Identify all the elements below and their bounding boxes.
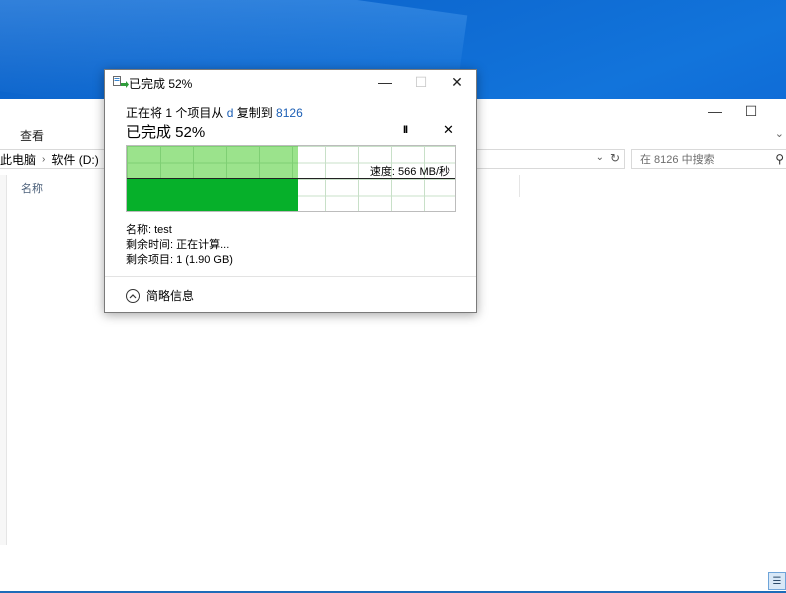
fewer-details-button[interactable]: 简略信息 xyxy=(126,287,194,304)
fewer-details-label: 简略信息 xyxy=(146,289,195,303)
breadcrumb-separator-icon[interactable]: › xyxy=(42,154,45,165)
copy-description: 正在将 1 个项目从 d 复制到 8126 xyxy=(126,104,303,121)
copy-transfer-icon xyxy=(113,76,129,88)
detail-file-name: 名称: test xyxy=(126,224,172,236)
ribbon-tab-view[interactable]: 查看 xyxy=(20,127,44,144)
dialog-minimize-button[interactable]: — xyxy=(367,70,403,94)
copy-prefix: 正在将 1 个项目从 xyxy=(126,106,227,120)
ribbon-expand-chevron-icon[interactable]: ⌄ xyxy=(775,127,784,140)
detail-items-remaining: 剩余项目: 1 (1.90 GB) xyxy=(126,254,233,266)
pause-button[interactable]: II xyxy=(403,124,408,136)
column-header-name[interactable]: 名称 xyxy=(21,180,43,196)
navigation-pane[interactable] xyxy=(0,175,7,545)
address-dropdown-icon[interactable]: ⌄ xyxy=(596,152,604,163)
search-icon[interactable]: ⚲ xyxy=(775,152,784,166)
cancel-copy-button[interactable]: ✕ xyxy=(443,122,454,138)
dialog-close-button[interactable]: ✕ xyxy=(439,70,475,94)
transfer-speed-graph: 速度: 566 MB/秒 xyxy=(126,145,456,212)
column-divider[interactable] xyxy=(519,175,520,197)
detail-time-remaining: 剩余时间: 正在计算... xyxy=(126,239,230,251)
dialog-title: 已完成 52% xyxy=(129,77,193,91)
progress-fill-history xyxy=(127,146,298,179)
search-input[interactable]: 在 8126 中搜索 ⚲ xyxy=(631,149,786,169)
breadcrumb-drive-d[interactable]: 软件 (D:) xyxy=(51,151,98,168)
dialog-divider xyxy=(105,276,476,277)
speed-label: 速度: 566 MB/秒 xyxy=(369,166,450,178)
search-placeholder: 在 8126 中搜索 xyxy=(640,154,715,166)
dialog-titlebar[interactable]: 已完成 52% — ☐ ✕ xyxy=(105,70,476,94)
copy-middle: 复制到 xyxy=(233,106,277,120)
explorer-maximize-button[interactable]: ☐ xyxy=(733,99,769,123)
progress-title: 已完成 52% xyxy=(126,124,206,141)
progress-fill-bar xyxy=(127,179,298,211)
breadcrumb-this-pc[interactable]: 此电脑 xyxy=(0,151,36,168)
refresh-icon[interactable]: ↻ xyxy=(610,151,620,165)
dialog-maximize-button: ☐ xyxy=(414,73,428,90)
explorer-minimize-button[interactable]: — xyxy=(697,99,733,123)
destination-folder-link[interactable]: 8126 xyxy=(276,106,303,120)
details-view-toggle-icon[interactable]: ☰ xyxy=(768,572,786,590)
chevron-up-icon xyxy=(126,288,140,303)
copy-progress-dialog: 已完成 52% — ☐ ✕ 正在将 1 个项目从 d 复制到 8126 已完成 … xyxy=(104,69,477,313)
